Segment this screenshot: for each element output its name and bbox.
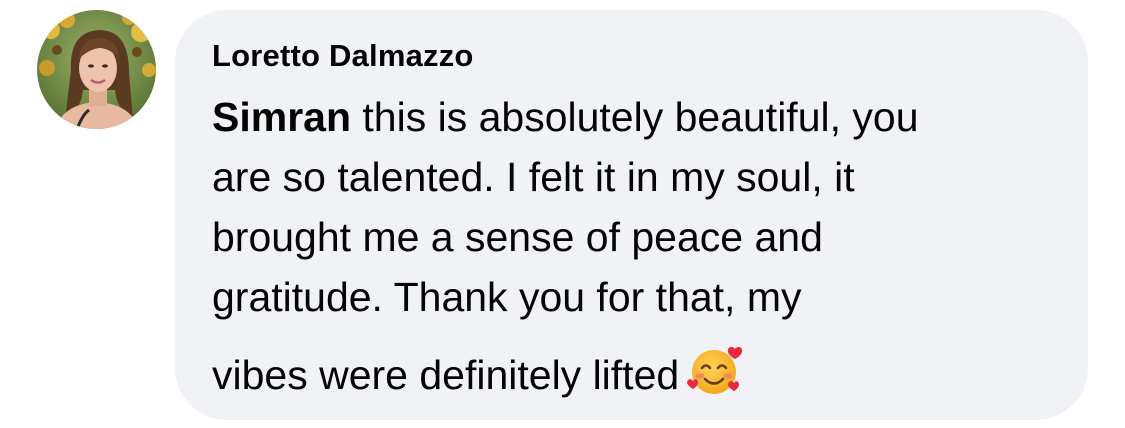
mention-link[interactable]: Simran (212, 94, 351, 140)
comment-line-text: this is absolutely beautiful, you (351, 94, 919, 140)
comment-line: are so talented. I felt it in my soul, i… (212, 154, 855, 200)
comment-line: gratitude. Thank you for that, my (212, 274, 802, 320)
comment-text: Simran this is absolutely beautiful, you… (212, 87, 1062, 415)
comment-bubble: Loretto Dalmazzo Simran this is absolute… (175, 10, 1088, 420)
avatar-photo (37, 10, 156, 129)
comment: Loretto Dalmazzo Simran this is absolute… (0, 0, 1125, 428)
comment-author[interactable]: Loretto Dalmazzo (212, 37, 1058, 75)
comment-line: brought me a sense of peace and (212, 214, 823, 260)
comment-line-text: vibes were definitely lifted (212, 352, 680, 398)
avatar[interactable] (37, 10, 156, 129)
comment-line: vibes were definitely lifted (212, 343, 1062, 415)
smiling-face-with-hearts-icon (687, 343, 745, 415)
comment-line: Simran this is absolutely beautiful, you (212, 87, 1062, 147)
